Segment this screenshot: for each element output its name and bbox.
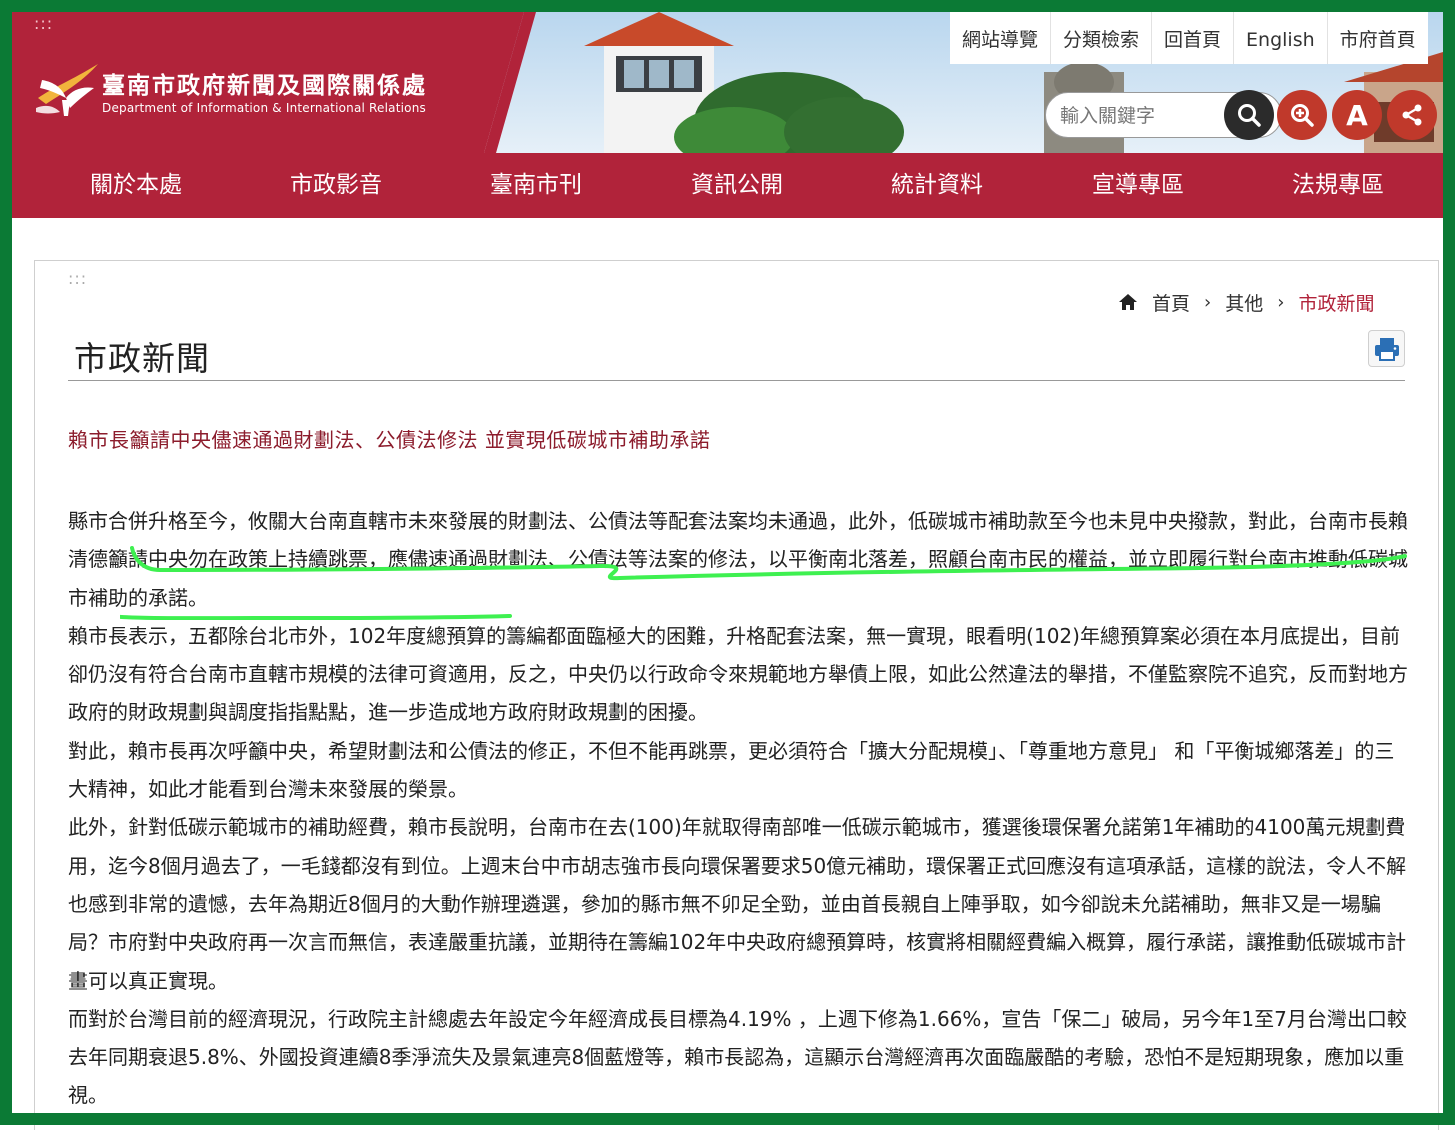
nav-item-statistics[interactable]: 統計資料	[837, 153, 1037, 218]
print-button[interactable]	[1368, 330, 1405, 367]
util-link-english[interactable]: English	[1234, 12, 1328, 64]
font-size-button[interactable]: A	[1332, 90, 1382, 140]
utility-nav: 網站導覽 分類檢索 回首頁 English 市府首頁	[950, 12, 1428, 64]
breadcrumb: 首頁 › 其他 › 市政新聞	[1118, 289, 1374, 315]
util-link-sitemap[interactable]: 網站導覽	[950, 12, 1052, 64]
breadcrumb-current: 市政新聞	[1298, 292, 1375, 315]
article-paragraph: 對此，賴市長再次呼籲中央，希望財劃法和公債法的修正，不但不能再跳票，更必須符合「…	[68, 738, 1395, 802]
nav-item-regulations[interactable]: 法規專區	[1238, 153, 1438, 218]
zoom-in-icon	[1291, 104, 1314, 127]
nav-item-videos[interactable]: 市政影音	[236, 153, 436, 218]
site-header: ::: 臺南市政府新聞及國際關係處 Department of Informat…	[12, 12, 1443, 218]
nav-item-promotion[interactable]: 宣導專區	[1038, 153, 1238, 218]
main-nav: 關於本處 市政影音 臺南市刊 資訊公開 統計資料 宣導專區 法規專區	[12, 153, 1443, 218]
title-divider	[68, 380, 1405, 381]
skip-anchor-content[interactable]: :::	[68, 271, 87, 287]
skip-anchor-top[interactable]: :::	[34, 16, 53, 32]
breadcrumb-home[interactable]: 首頁	[1152, 289, 1190, 316]
breadcrumb-separator: ›	[1204, 291, 1212, 313]
printer-icon	[1374, 337, 1399, 361]
search-icon	[1238, 104, 1261, 127]
util-link-city-gov[interactable]: 市府首頁	[1328, 12, 1428, 64]
share-button[interactable]	[1387, 90, 1437, 140]
page-title: 市政新聞	[74, 339, 210, 378]
font-size-label: A	[1346, 98, 1368, 132]
breadcrumb-separator: ›	[1277, 291, 1285, 313]
nav-item-about[interactable]: 關於本處	[36, 153, 236, 218]
advanced-search-button[interactable]	[1277, 90, 1327, 140]
search-input[interactable]	[1058, 101, 1222, 131]
article-paragraph: 而對於台灣目前的經濟現況，行政院主計總處去年設定今年經濟成長目標為4.19% ，…	[68, 1006, 1407, 1108]
article-paragraph: 縣市合併升格至今，攸關大台南直轄市未來發展的財劃法、公債法等配套法案均未通過，此…	[68, 509, 1408, 610]
breadcrumb-other[interactable]: 其他	[1225, 289, 1263, 316]
site-subtitle: Department of Information & Internationa…	[102, 101, 426, 115]
home-icon	[1119, 294, 1137, 310]
util-link-category-search[interactable]: 分類檢索	[1051, 12, 1153, 64]
department-logo-icon[interactable]	[32, 58, 102, 120]
share-icon	[1402, 104, 1422, 126]
article-paragraph: 賴市長表示，五都除台北市外，102年度總預算的籌編都面臨極大的困難，升格配套法案…	[68, 623, 1408, 725]
util-link-home[interactable]: 回首頁	[1152, 12, 1235, 64]
article-title: 賴市長籲請中央儘速通過財劃法、公債法修法 並實現低碳城市補助承諾	[68, 428, 711, 452]
article-paragraph: 此外，針對低碳示範城市的補助經費，賴市長說明，台南市在去(100)年就取得南部唯…	[68, 815, 1407, 993]
article-body: 縣市合併升格至今，攸關大台南直轄市未來發展的財劃法、公債法等配套法案均未通過，此…	[68, 502, 1408, 1115]
site-title[interactable]: 臺南市政府新聞及國際關係處	[102, 66, 427, 100]
nav-item-magazine[interactable]: 臺南市刊	[436, 153, 636, 218]
nav-item-info-disclosure[interactable]: 資訊公開	[637, 153, 837, 218]
search-button[interactable]	[1224, 90, 1274, 140]
